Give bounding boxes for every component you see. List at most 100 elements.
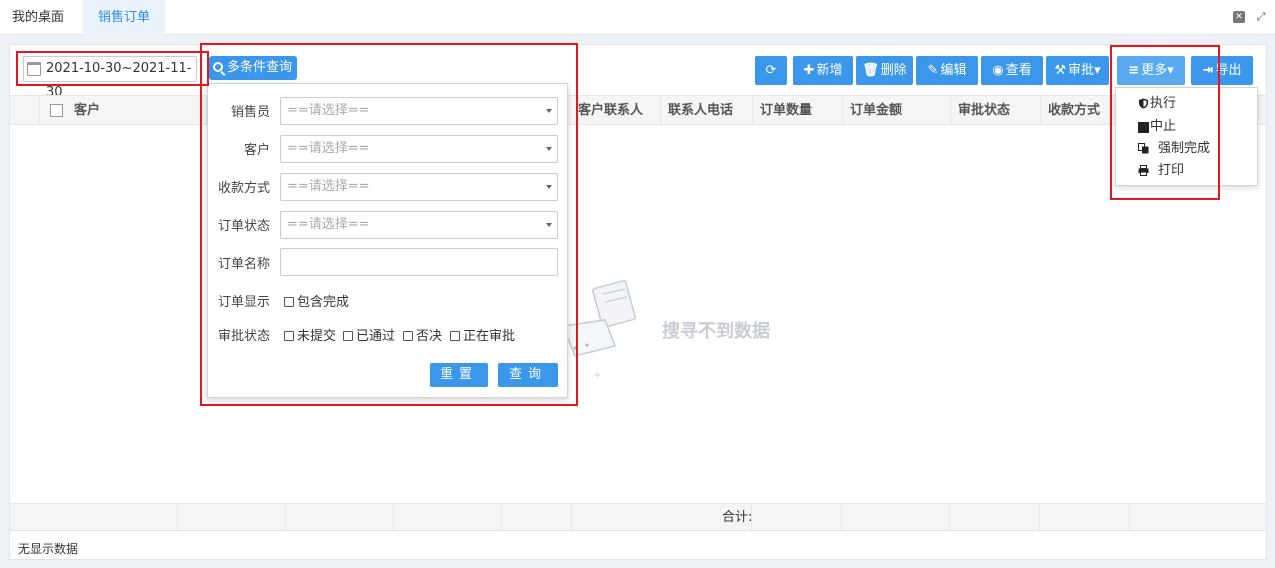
- gavel-icon: ⚒: [1054, 63, 1067, 78]
- more-button[interactable]: ≡ 更多▾: [1117, 56, 1185, 85]
- footer-cell: [286, 504, 394, 531]
- order-status-label: 订单状态: [217, 219, 270, 234]
- chevron-down-icon: ▾: [1094, 63, 1101, 78]
- refresh-button[interactable]: ⟳: [755, 56, 787, 85]
- column-approval-status[interactable]: 审批状态: [951, 96, 1041, 125]
- print-icon: [1138, 165, 1149, 176]
- fullscreen-icon[interactable]: ⤢: [1255, 11, 1267, 23]
- empty-data-text: 搜寻不到数据: [662, 321, 770, 342]
- eye-icon: ◉: [992, 63, 1004, 78]
- approval-pending-checkbox[interactable]: 正在审批: [450, 325, 515, 344]
- order-name-input[interactable]: [280, 248, 558, 276]
- edit-button[interactable]: ✎ 编辑: [916, 56, 978, 85]
- footer-cell: [394, 504, 502, 531]
- multi-query-button[interactable]: 多条件查询: [209, 56, 297, 80]
- checkbox-box: [450, 331, 460, 341]
- export-button[interactable]: ⇥ 导出: [1191, 56, 1253, 85]
- include-complete-checkbox[interactable]: 包含完成: [284, 291, 349, 310]
- refresh-icon: ⟳: [765, 63, 777, 78]
- tab-bar: 我的桌面 销售订单 ✕ ⤢: [0, 0, 1275, 35]
- chevron-down-icon: [546, 223, 552, 227]
- chevron-down-icon: [546, 147, 552, 151]
- svg-text:+: +: [593, 370, 601, 381]
- customer-label: 客户: [243, 143, 270, 158]
- select-placeholder: ==请选择==: [287, 103, 370, 118]
- chevron-down-icon: [546, 185, 552, 189]
- footer-cell: [502, 504, 572, 531]
- order-display-label: 订单显示: [217, 295, 270, 310]
- footer-cell: [752, 504, 842, 531]
- order-name-label: 订单名称: [217, 257, 270, 272]
- column-order-qty[interactable]: 订单数量: [753, 96, 843, 125]
- search-popup: 销售员 ==请选择== 客户 ==请选择== 收款方式 ==请选择== 订单状态…: [207, 83, 568, 398]
- new-label: 新增: [816, 63, 843, 78]
- close-icon[interactable]: ✕: [1233, 11, 1245, 23]
- approve-label: 审批: [1068, 63, 1095, 78]
- more-label: 更多: [1141, 63, 1168, 78]
- salesperson-select[interactable]: ==请选择==: [280, 97, 558, 125]
- order-status-select[interactable]: ==请选择==: [280, 211, 558, 239]
- footer-cell: [950, 504, 1040, 531]
- approval-passed-checkbox[interactable]: 已通过: [343, 325, 395, 344]
- edit-icon: ✎: [927, 63, 939, 78]
- reset-button[interactable]: 重置: [430, 363, 488, 387]
- grid-footer: 合计:: [10, 503, 1266, 531]
- menu-item-execute[interactable]: 执行: [1116, 93, 1257, 115]
- menu-item-force-complete[interactable]: 强制完成: [1116, 138, 1257, 160]
- checkbox-box: [403, 331, 413, 341]
- menu-item-print[interactable]: 打印: [1116, 160, 1257, 182]
- new-button[interactable]: ✚ 新增: [793, 56, 853, 85]
- checkbox-box: [343, 331, 353, 341]
- select-placeholder: ==请选择==: [287, 217, 370, 232]
- menu-item-label: 中止: [1150, 119, 1177, 134]
- payment-label: 收款方式: [217, 181, 270, 196]
- approval-rejected-checkbox[interactable]: 否决: [403, 325, 442, 344]
- approval-option-label: 未提交: [297, 329, 337, 344]
- delete-label: 删除: [880, 63, 907, 78]
- footer-cell: [178, 504, 286, 531]
- approval-status-label: 审批状态: [217, 329, 270, 344]
- stop-icon: [1138, 122, 1149, 133]
- delete-button[interactable]: 🗑 删除: [856, 56, 913, 85]
- column-customer[interactable]: 客户: [67, 96, 207, 125]
- checkbox-box: [284, 297, 294, 307]
- approval-option-label: 正在审批: [463, 329, 516, 344]
- approval-option-label: 否决: [416, 329, 443, 344]
- edit-label: 编辑: [940, 63, 967, 78]
- column-contact[interactable]: 客户联系人: [571, 96, 661, 125]
- tab-home[interactable]: 我的桌面: [0, 0, 76, 35]
- chevron-down-icon: ▾: [1167, 63, 1174, 78]
- multi-query-label: 多条件查询: [227, 60, 293, 75]
- include-complete-label: 包含完成: [297, 295, 350, 310]
- plus-icon: ✚: [803, 63, 815, 78]
- menu-item-stop[interactable]: 中止: [1116, 116, 1257, 138]
- chevron-down-icon: [546, 109, 552, 113]
- tab-sales-order[interactable]: 销售订单: [83, 0, 165, 35]
- select-all-checkbox[interactable]: [50, 104, 63, 117]
- footer-cell: [1040, 504, 1130, 531]
- approve-button[interactable]: ⚒ 审批▾: [1046, 56, 1109, 85]
- customer-select[interactable]: ==请选择==: [280, 135, 558, 163]
- approval-unsubmitted-checkbox[interactable]: 未提交: [284, 325, 336, 344]
- menu-item-label: 打印: [1158, 163, 1185, 178]
- calendar-icon: [27, 62, 41, 76]
- view-label: 查看: [1005, 63, 1032, 78]
- submit-query-button[interactable]: 查询: [498, 363, 558, 387]
- export-icon: ⇥: [1202, 63, 1214, 78]
- date-range-input[interactable]: 2021-10-30~2021-11-30: [23, 56, 197, 100]
- grid-header: 客户 客户联系人 联系人电话 订单数量 订单金额 审批状态 收款方式: [10, 95, 1266, 125]
- menu-item-label: 执行: [1150, 96, 1177, 111]
- salesperson-label: 销售员: [230, 105, 270, 120]
- payment-select[interactable]: ==请选择==: [280, 173, 558, 201]
- export-label: 导出: [1215, 63, 1242, 78]
- column-order-amount[interactable]: 订单金额: [843, 96, 951, 125]
- select-placeholder: ==请选择==: [287, 179, 370, 194]
- view-button[interactable]: ◉ 查看: [981, 56, 1043, 85]
- shield-icon: [1139, 98, 1148, 109]
- copy-icon: [1138, 143, 1149, 154]
- approval-option-label: 已通过: [356, 329, 396, 344]
- grid-rownum-cell: [10, 96, 40, 125]
- column-contact-phone[interactable]: 联系人电话: [661, 96, 753, 125]
- menu-icon: ≡: [1128, 63, 1140, 78]
- trash-icon: 🗑: [862, 63, 879, 78]
